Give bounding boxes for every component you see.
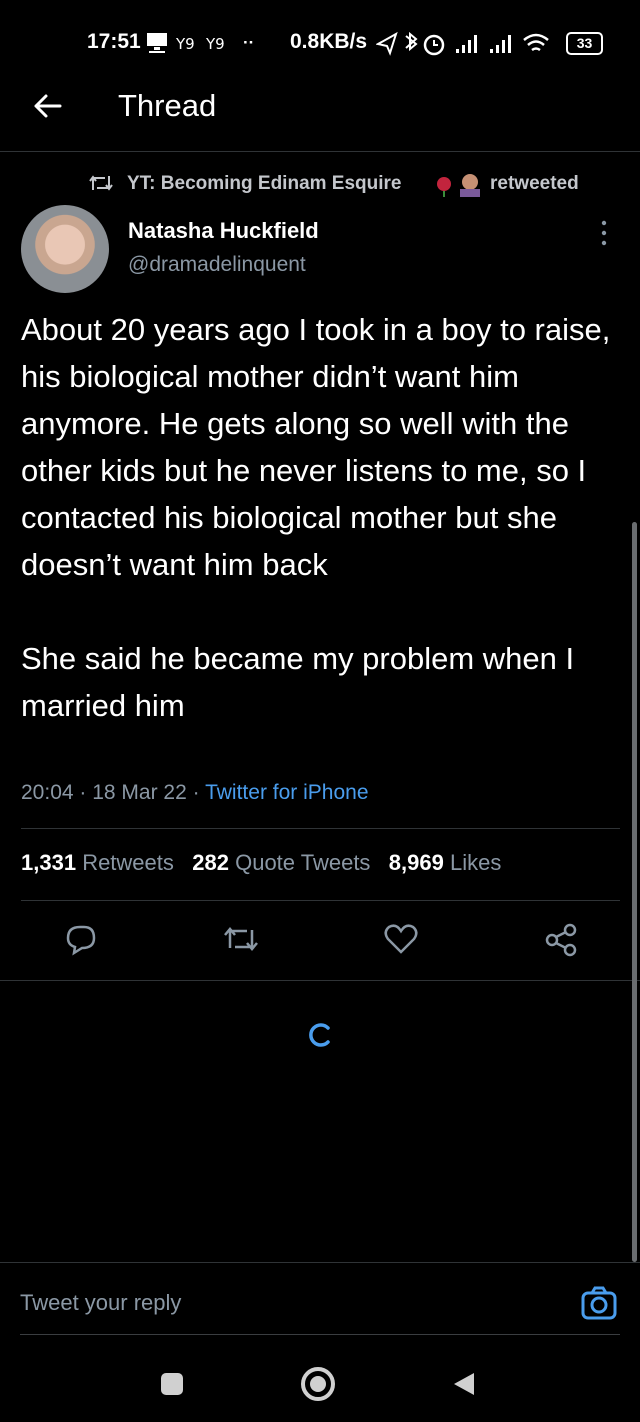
header-divider (0, 151, 640, 152)
nav-back-icon[interactable] (450, 1370, 478, 1398)
retweeted-by[interactable]: YT: Becoming Edinam Esquire (127, 173, 402, 195)
status-dots: ·· (243, 33, 255, 52)
retweet-icon (89, 175, 113, 191)
reply-input[interactable]: Tweet your reply (20, 1290, 181, 1316)
nav-circle-icon[interactable] (298, 1364, 338, 1404)
divider (21, 900, 620, 901)
retweets-count: 1,331 (21, 850, 77, 875)
like-icon[interactable] (380, 918, 422, 960)
net-speed: 0.8KB/s (290, 30, 368, 53)
emoji-icon (437, 174, 480, 197)
scrollbar[interactable] (632, 522, 637, 1262)
retweets-stat[interactable]: 1,331 Retweets (21, 850, 174, 875)
tweet-meta: 20:04 · 18 Mar 22 · Twitter for iPhone (21, 781, 369, 804)
nav-square-icon[interactable] (158, 1370, 186, 1398)
tweet-text: About 20 years ago I took in a boy to ra… (21, 312, 611, 723)
tweet-time: 20:04 (21, 781, 74, 804)
status-icons (376, 31, 549, 56)
divider (20, 1334, 620, 1335)
tweet-date: 18 Mar 22 (92, 781, 187, 804)
reply-icon[interactable] (60, 918, 102, 960)
sim-icon: Y9 Y9 (176, 35, 225, 52)
divider (0, 980, 640, 981)
notification-icon (147, 33, 167, 53)
battery-indicator: 33 (566, 32, 603, 55)
likes-label: Likes (449, 850, 502, 875)
svg-text:Y9: Y9 (176, 35, 195, 52)
quotes-label: Quote Tweets (235, 850, 371, 875)
retweet-action-icon[interactable] (220, 918, 262, 960)
likes-count: 8,969 (388, 850, 444, 875)
loading-spinner-icon (309, 1023, 330, 1047)
more-icon[interactable] (596, 218, 612, 248)
quotes-count: 282 (192, 850, 229, 875)
status-time: 17:51 (87, 30, 141, 53)
share-icon[interactable] (540, 918, 582, 960)
likes-stat[interactable]: 8,969 Likes (389, 850, 502, 875)
author-name[interactable]: Natasha Huckfield (128, 218, 319, 244)
status-bar: 17:51 Y9 Y9 ·· 0.8KB/s 33 (0, 0, 640, 80)
avatar[interactable] (21, 205, 109, 293)
retweeted-suffix: retweeted (490, 173, 579, 194)
divider (0, 1262, 640, 1263)
retweets-label: Retweets (82, 850, 174, 875)
divider (21, 828, 620, 829)
back-arrow-icon[interactable] (28, 86, 68, 126)
tweet-source-link[interactable]: Twitter for iPhone (205, 781, 368, 804)
system-nav-bar (0, 1340, 640, 1422)
tweet-stats: 1,331 Retweets 282 Quote Tweets 8,969 Li… (21, 850, 501, 876)
author-handle[interactable]: @dramadelinquent (128, 253, 306, 277)
camera-icon[interactable] (580, 1284, 618, 1322)
svg-text:Y9: Y9 (205, 35, 225, 52)
quotes-stat[interactable]: 282 Quote Tweets (192, 850, 370, 875)
page-title: Thread (118, 88, 217, 123)
